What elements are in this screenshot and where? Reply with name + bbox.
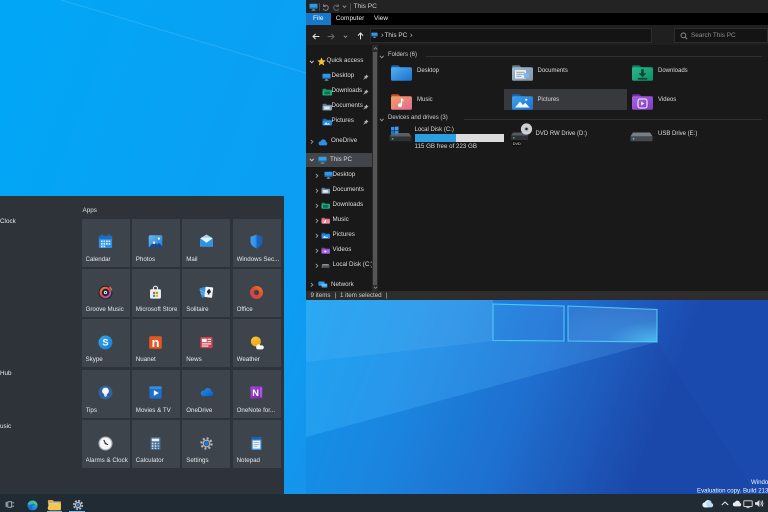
svg-text:S: S: [102, 338, 108, 348]
svg-text:n: n: [152, 335, 160, 350]
svg-text:Windows 10 Pro: Windows 10 Pro: [751, 479, 768, 486]
svg-text:N: N: [252, 388, 259, 398]
svg-text:DVD: DVD: [513, 142, 521, 146]
